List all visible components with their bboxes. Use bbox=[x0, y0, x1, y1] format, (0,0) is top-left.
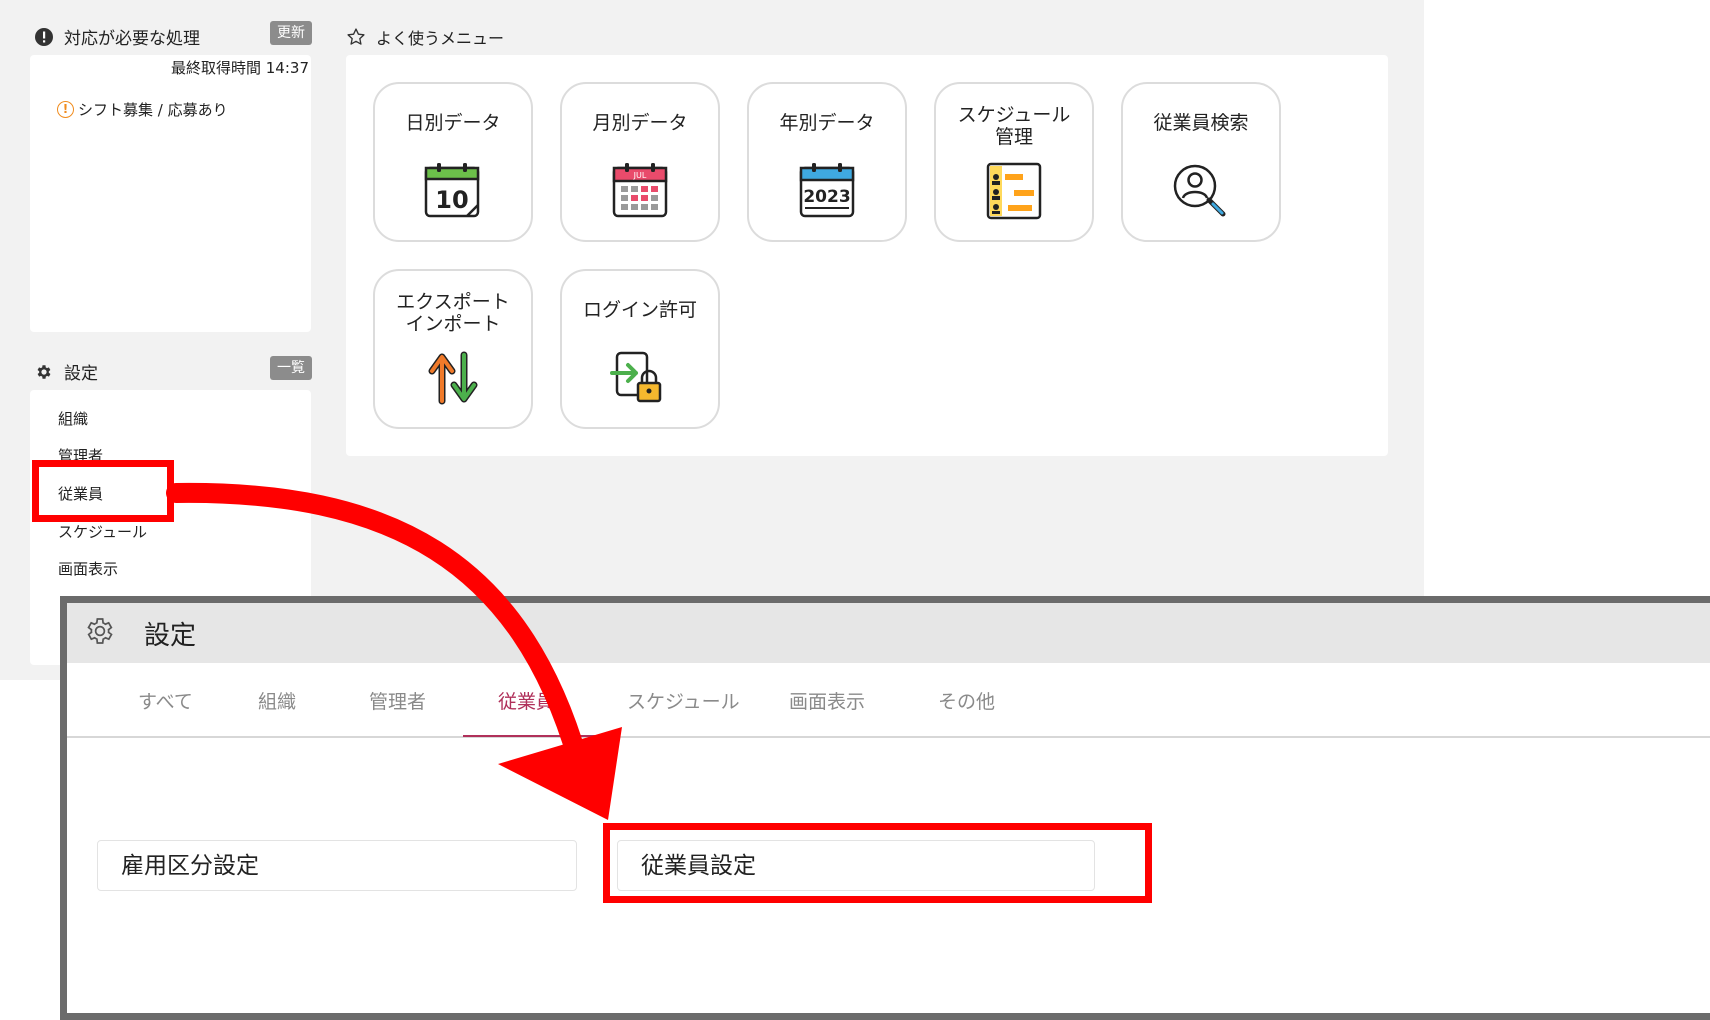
red-arrow bbox=[166, 482, 622, 820]
